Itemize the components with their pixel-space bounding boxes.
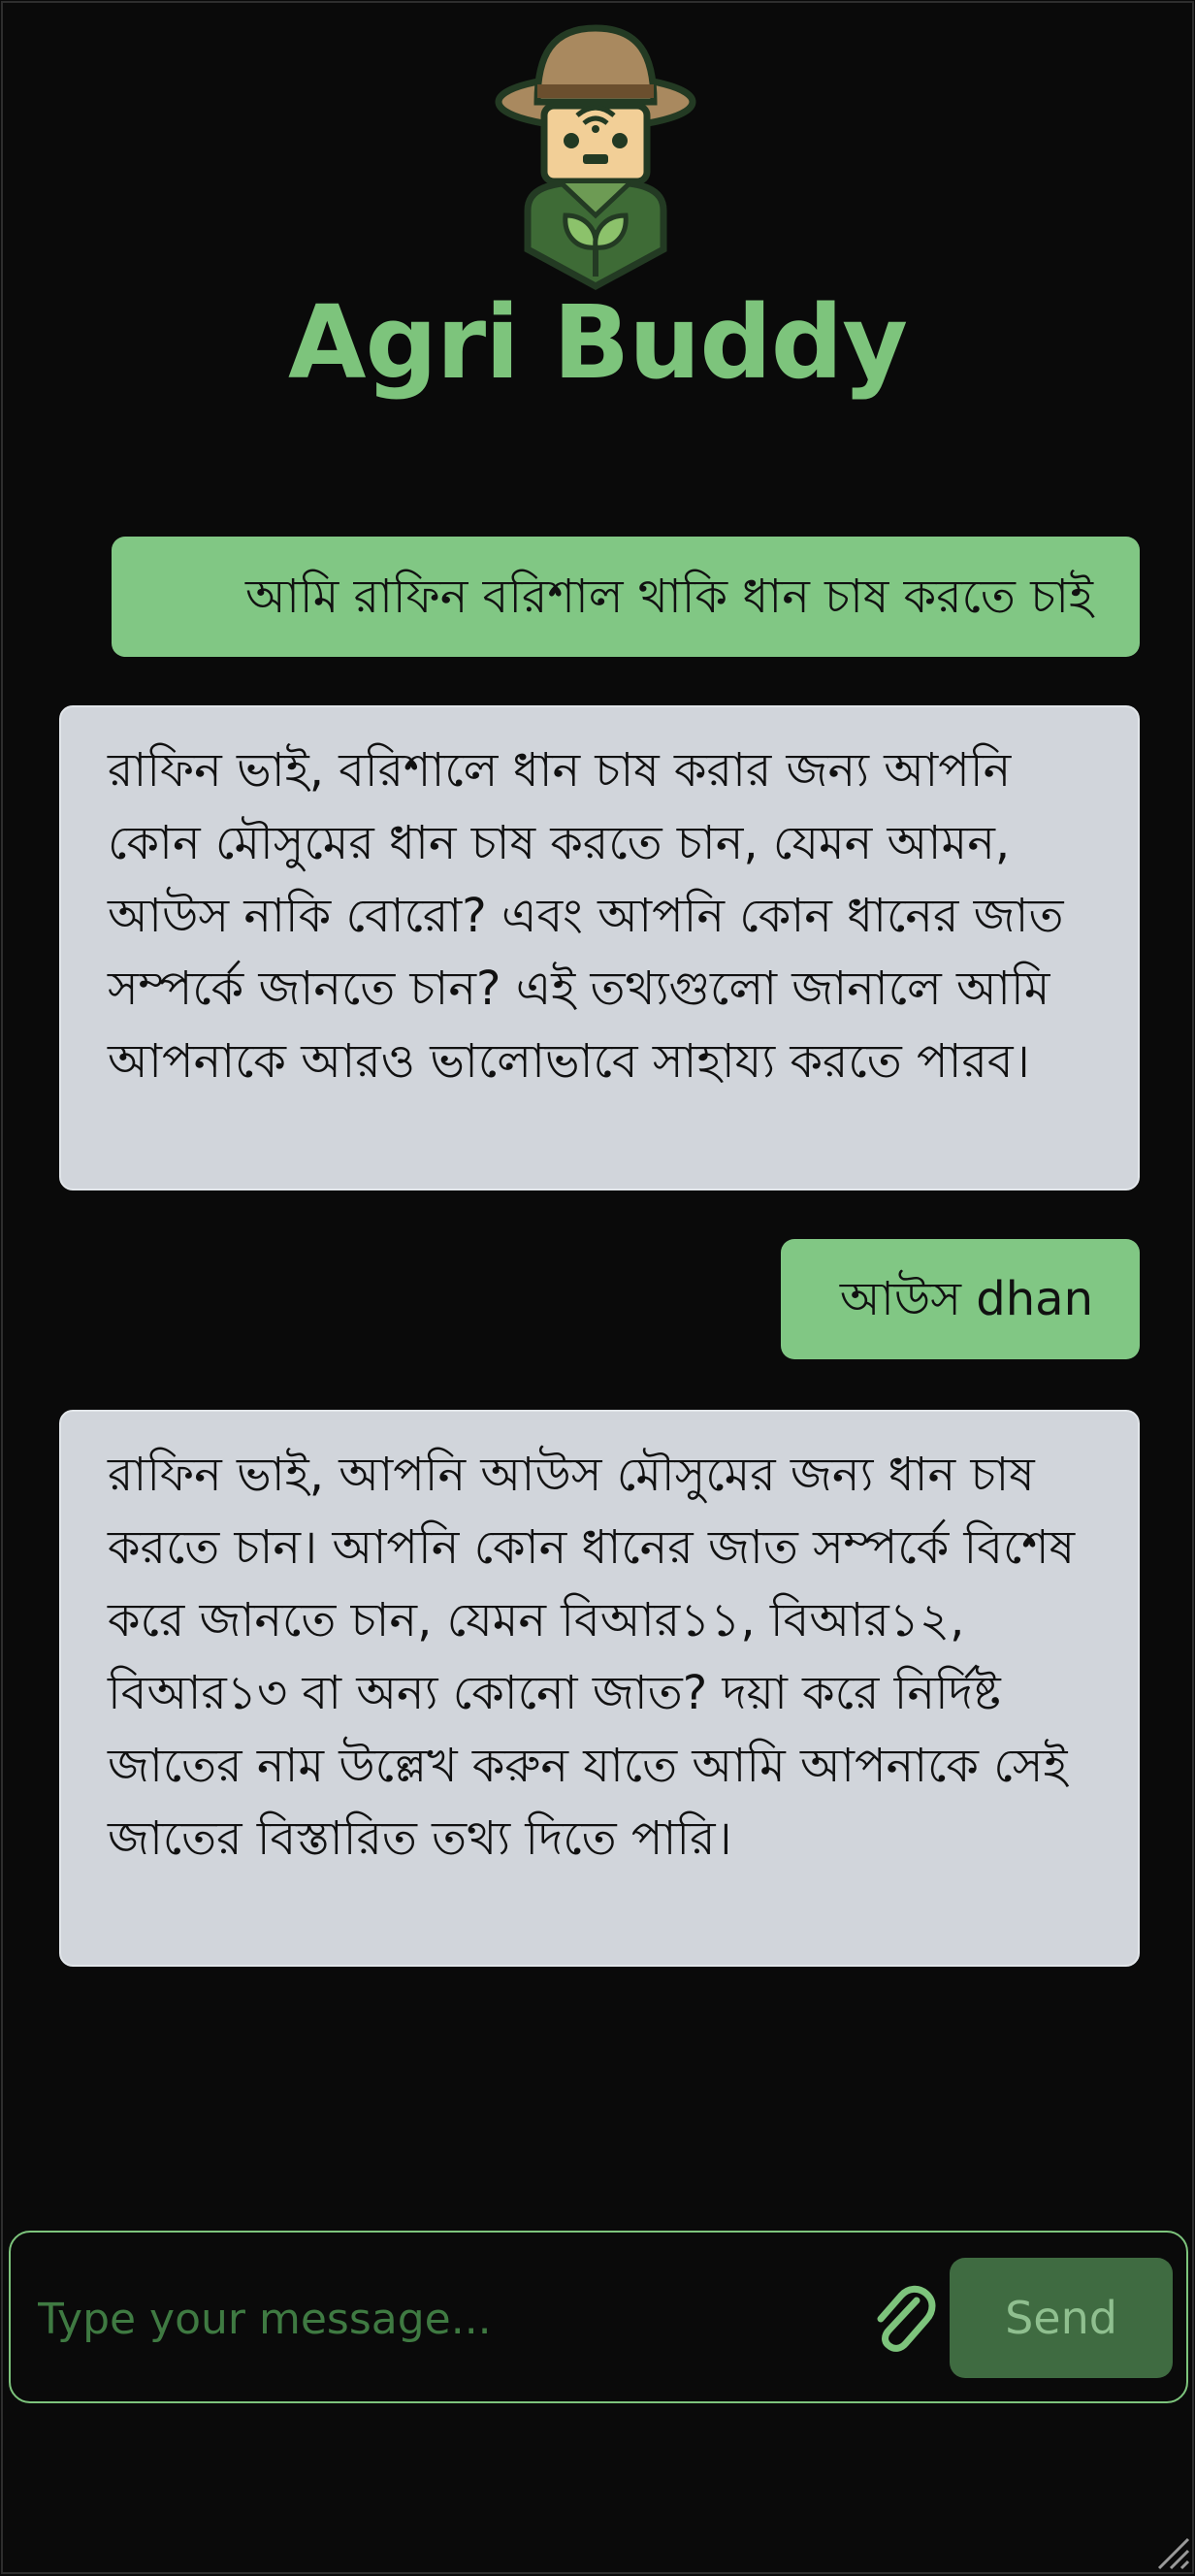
resize-handle-icon[interactable] xyxy=(1151,2531,1190,2570)
chat-window: Agri Buddy আমি রাফিন বরিশাল থাকি ধান চাষ… xyxy=(1,1,1194,2574)
bot-message: রাফিন ভাই, আপনি আউস মৌসুমের জন্য ধান চাষ… xyxy=(59,1410,1140,1967)
user-message: আমি রাফিন বরিশাল থাকি ধান চাষ করতে চাই xyxy=(112,537,1140,657)
user-message: আউস dhan xyxy=(781,1239,1140,1359)
send-button[interactable]: Send xyxy=(950,2258,1173,2378)
message-input[interactable] xyxy=(36,2271,855,2366)
farmer-robot-icon xyxy=(495,24,696,290)
message-composer: Send xyxy=(9,2231,1188,2403)
app-title: Agri Buddy xyxy=(287,283,908,402)
paperclip-icon[interactable] xyxy=(868,2281,936,2355)
bot-message: রাফিন ভাই, বরিশালে ধান চাষ করার জন্য আপন… xyxy=(59,705,1140,1190)
